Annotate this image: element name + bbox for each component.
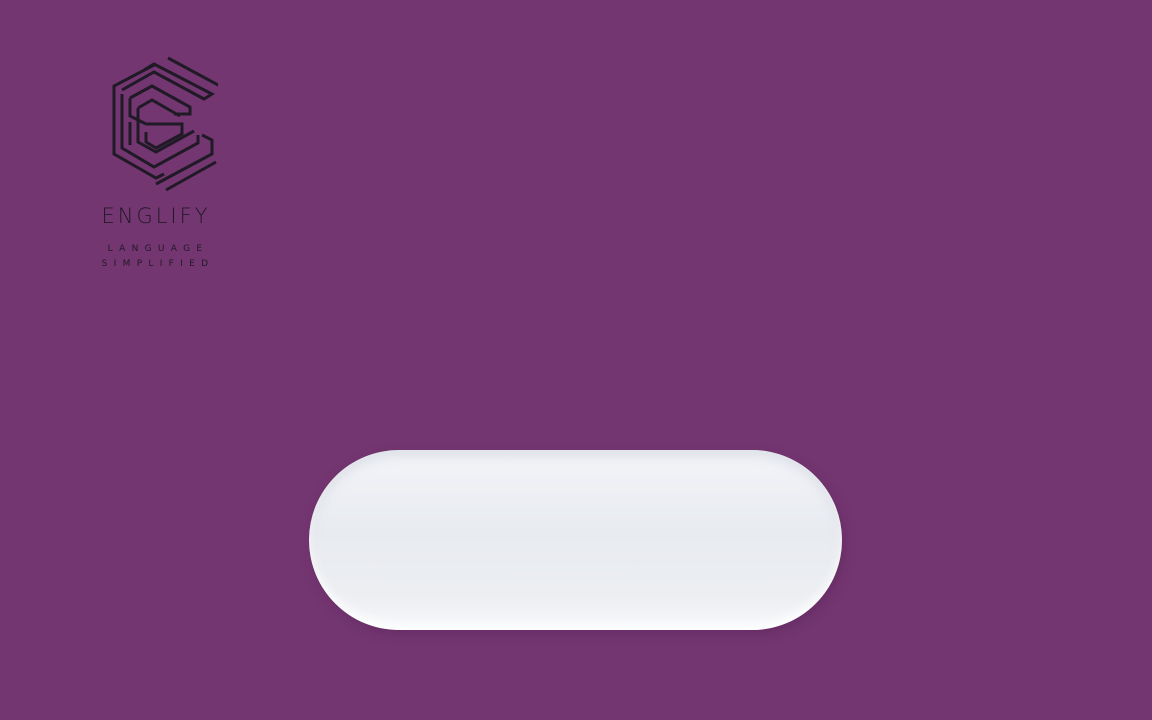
- pill-button[interactable]: [309, 450, 842, 630]
- splash-screen: { "brand": { "name": "ENGLIFY", "tagline…: [0, 0, 1152, 720]
- brand-tagline-line2: SIMPLIFIED: [101, 259, 215, 269]
- brand-tagline-line1: LANGUAGE: [107, 244, 209, 254]
- brand-name: ENGLIFY: [101, 204, 211, 228]
- brand-logo: ENGLIFY LANGUAGE SIMPLIFIED: [80, 50, 240, 275]
- hexagon-e-icon: [112, 56, 218, 192]
